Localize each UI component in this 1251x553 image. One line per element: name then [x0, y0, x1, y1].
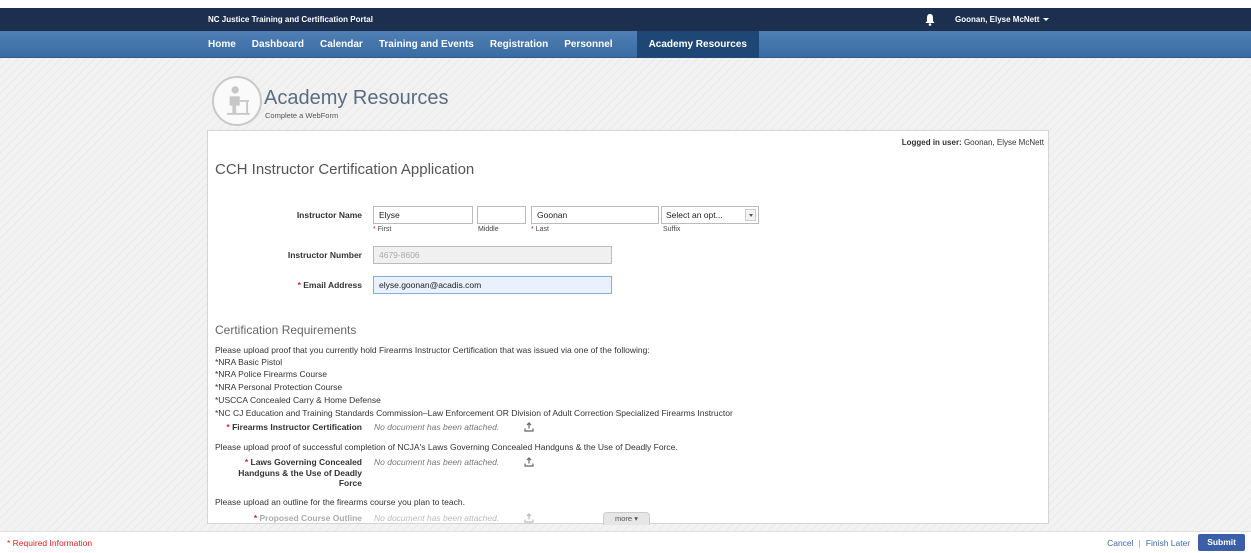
firearms-cert-label-text: Firearms Instructor Certification: [232, 422, 362, 432]
required-mark: *: [297, 280, 301, 290]
logged-in-value: Goonan, Elyse McNett: [963, 138, 1044, 147]
upload-icon[interactable]: [524, 422, 534, 432]
academy-logo: [212, 76, 262, 126]
upload-icon[interactable]: [524, 457, 534, 467]
bell-icon[interactable]: [924, 13, 936, 26]
nav-items: Home Dashboard Calendar Training and Eve…: [200, 31, 759, 58]
page-title: Academy Resources: [264, 87, 449, 109]
last-name-input[interactable]: [531, 206, 659, 224]
laws-label-line-2: Handguns & the Use of Deadly: [238, 467, 362, 478]
outline-intro: Please upload an outline for the firearm…: [215, 497, 465, 507]
laws-intro: Please upload proof of successful comple…: [215, 442, 678, 452]
firearms-cert-status: No document has been attached.: [374, 422, 500, 432]
user-menu[interactable]: Goonan, Elyse McNett: [955, 15, 1050, 24]
suffix-select[interactable]: Select an opt...: [661, 206, 759, 224]
requirement-item: *NRA Personal Protection Course: [215, 382, 343, 392]
top-bar: NC Justice Training and Certification Po…: [0, 8, 1251, 31]
cancel-link[interactable]: Cancel: [1107, 538, 1133, 548]
logged-in-user: Logged in user: Goonan, Elyse McNett: [902, 138, 1044, 147]
footer-actions: Cancel | Finish Later Submit: [1107, 534, 1245, 551]
footer-bar: * Required Information Cancel | Finish L…: [0, 531, 1251, 553]
more-label: more: [615, 514, 633, 523]
firearms-cert-label: * Firearms Instructor Certification: [218, 422, 362, 432]
requirement-item: *NRA Basic Pistol: [215, 357, 283, 367]
required-mark: *: [226, 422, 230, 432]
last-sublabel-text: Last: [535, 226, 549, 233]
outline-label: * Proposed Course Outline: [218, 513, 362, 523]
instructor-desk-icon: [226, 86, 250, 115]
webform-panel: Logged in user: Goonan, Elyse McNett CCH…: [207, 130, 1049, 524]
nav-training-and-events[interactable]: Training and Events: [371, 31, 482, 58]
required-mark: *: [253, 513, 258, 523]
instructor-name-label: Instructor Name: [296, 210, 362, 220]
laws-label-line-3: Force: [338, 478, 362, 488]
user-name: Goonan, Elyse McNett: [955, 15, 1040, 24]
main-nav: Home Dashboard Calendar Training and Eve…: [0, 31, 1251, 58]
logged-in-label: Logged in user:: [901, 138, 962, 147]
finish-later-link[interactable]: Finish Later: [1146, 538, 1190, 548]
email-label: * Email Address: [248, 280, 362, 290]
chevron-down-icon: ▾: [634, 514, 638, 523]
suffix-select-value: Select an opt...: [666, 210, 723, 220]
portal-title: NC Justice Training and Certification Po…: [208, 15, 373, 24]
nav-calendar[interactable]: Calendar: [312, 31, 371, 58]
middle-name-input[interactable]: [477, 206, 526, 224]
top-gap: [0, 0, 1251, 8]
form-title: CCH Instructor Certification Application: [215, 161, 475, 178]
more-toggle[interactable]: more ▾: [603, 512, 650, 525]
nav-registration[interactable]: Registration: [482, 31, 556, 58]
laws-label-line-1: Laws Governing Concealed: [250, 457, 362, 467]
nav-home[interactable]: Home: [200, 31, 244, 58]
requirement-item: *USCCA Concealed Carry & Home Defense: [215, 395, 381, 405]
chevron-down-icon: [1043, 18, 1050, 22]
laws-status: No document has been attached.: [374, 457, 500, 467]
instructor-number-field: [373, 246, 612, 264]
first-sublabel-text: First: [377, 226, 392, 233]
chevron-down-icon: [745, 209, 756, 221]
laws-label: * Laws Governing Concealed Handguns & th…: [218, 457, 362, 489]
first-sublabel: * First: [373, 226, 391, 233]
nav-dashboard[interactable]: Dashboard: [244, 31, 312, 58]
upload-icon[interactable]: [524, 513, 534, 523]
divider: |: [1138, 537, 1141, 548]
firearms-intro: Please upload proof that you currently h…: [215, 345, 650, 355]
middle-sublabel: Middle: [478, 226, 499, 233]
nav-academy-resources[interactable]: Academy Resources: [636, 31, 759, 58]
first-name-input[interactable]: [373, 206, 473, 224]
requirement-item: *NC CJ Education and Training Standards …: [215, 408, 733, 418]
outline-label-text: Proposed Course Outline: [259, 513, 363, 523]
instructor-number-label: Instructor Number: [287, 250, 362, 260]
submit-button[interactable]: Submit: [1198, 534, 1245, 551]
required-mark: *: [531, 226, 534, 233]
requirement-item: *NRA Police Firearms Course: [215, 369, 327, 379]
required-mark: *: [373, 226, 376, 233]
page-subtitle: Complete a WebForm: [265, 111, 339, 120]
email-label-text: Email Address: [303, 280, 362, 290]
email-input[interactable]: [373, 276, 612, 294]
nav-personnel[interactable]: Personnel: [556, 31, 620, 58]
last-sublabel: * Last: [531, 226, 549, 233]
required-info-note: * Required Information: [7, 538, 93, 548]
outline-status: No document has been attached.: [374, 513, 500, 523]
suffix-sublabel: Suffix: [663, 226, 681, 233]
certification-requirements-title: Certification Requirements: [215, 323, 357, 337]
required-mark: *: [244, 457, 249, 467]
